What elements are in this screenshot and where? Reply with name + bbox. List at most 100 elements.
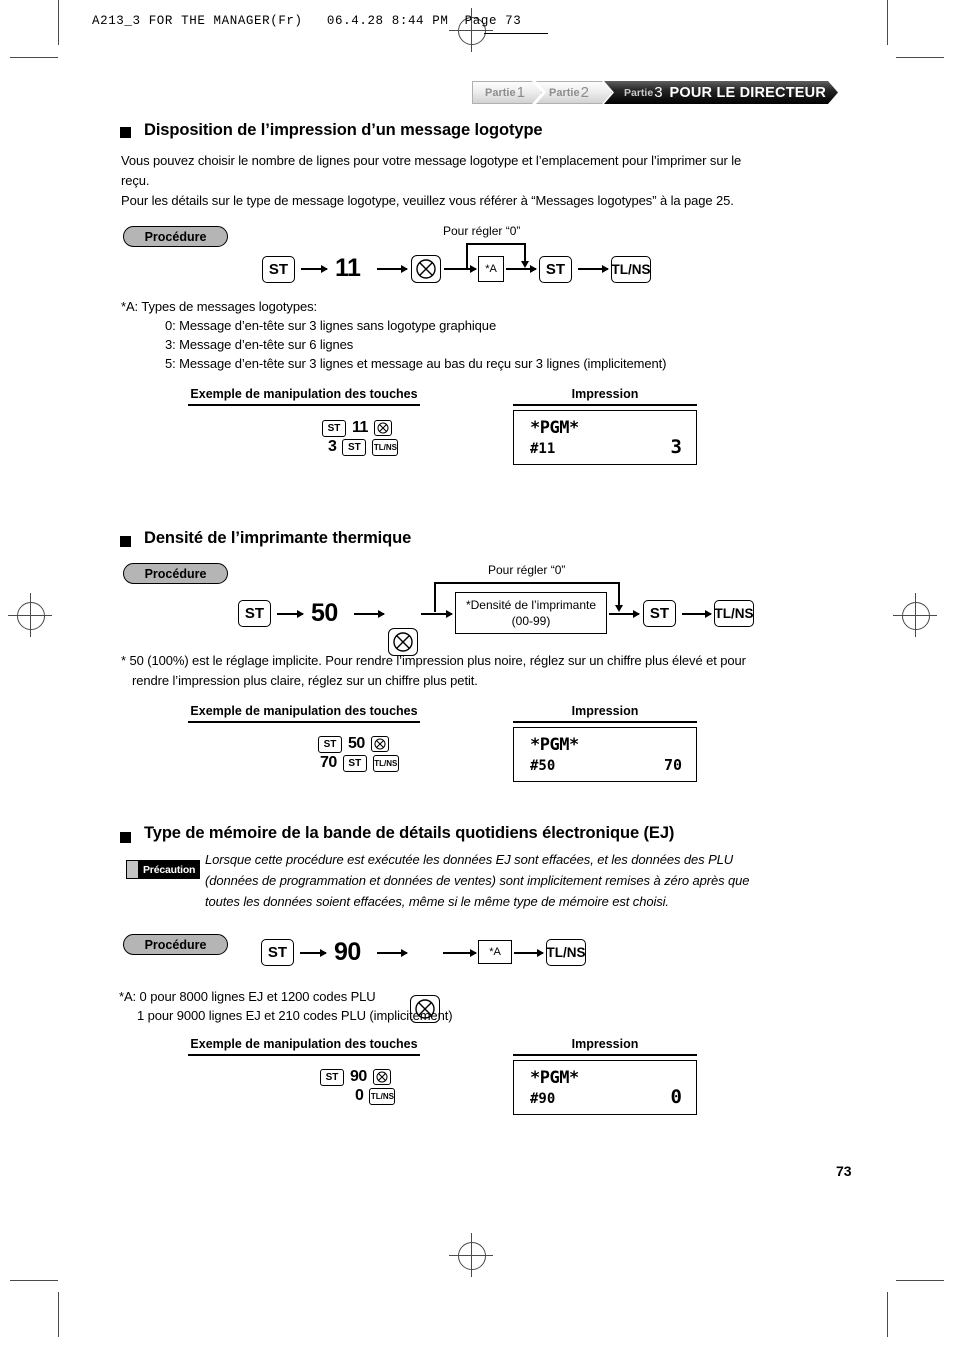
section3-title: Type de mémoire de la bande de détails q…: [144, 824, 675, 842]
section1-receipt-title: *PGM*: [530, 418, 579, 438]
section2-key-st-2[interactable]: ST: [643, 600, 676, 627]
section1-key-st-2[interactable]: ST: [539, 256, 572, 283]
section2-title: Densité de l’imprimante thermique: [144, 529, 412, 547]
section1-arrow-4: [506, 265, 537, 272]
section2-density-box-line1: *Densité de l’imprimante: [465, 598, 597, 612]
section3-caution-line1: Lorsque cette procédure est exécutée les…: [205, 852, 734, 867]
section3-impression-rule: [513, 1054, 697, 1056]
section2-arrow-3: [421, 610, 453, 617]
section2-ex2-number: 70: [320, 754, 337, 771]
section2-key-st-1[interactable]: ST: [238, 600, 271, 627]
section3-ex2-key-tlns[interactable]: TL/NS: [369, 1087, 396, 1105]
part-banner: Partie 1 Partie 2 Partie 3 POUR LE DIRECTEU…: [472, 81, 838, 104]
section2-example-header: Exemple de manipulation des touches: [190, 704, 418, 718]
section1-procedure-badge: Procédure: [123, 226, 228, 247]
section3-example-line2: 0 TL/NS: [355, 1087, 396, 1105]
crop-mark-bottom-right-vertical: [887, 1292, 888, 1337]
section1-body-line1: Vous pouvez choisir le nombre de lignes …: [121, 153, 742, 168]
section2-arrow-5: [682, 610, 712, 617]
section3-key-st-1[interactable]: ST: [261, 939, 294, 966]
crop-mark-bottom-left-horizontal: [10, 1280, 58, 1281]
section2-ex2-key-tlns[interactable]: TL/NS: [372, 754, 399, 772]
section1-receipt-value: 3: [670, 436, 682, 458]
section1-arrow-2: [377, 265, 408, 272]
section1-ex-multiply-icon[interactable]: [373, 420, 392, 436]
crop-mark-bottom-right-horizontal: [896, 1280, 944, 1281]
section2-bypass-arrow-down: [615, 582, 622, 612]
section1-procedure-label: Procédure: [144, 229, 207, 244]
banner-part3-active[interactable]: Partie 3 POUR LE DIRECTEUR: [604, 81, 838, 104]
section3-box-a-label: *A: [489, 946, 501, 958]
section3-caution-line2: (données de programmation et données de …: [205, 873, 750, 888]
section3-ex2-number: 0: [355, 1087, 364, 1104]
section1-flow-number: 11: [335, 254, 361, 282]
section2-receipt: *PGM* #50 70: [513, 727, 697, 782]
section1-ex-key-st[interactable]: ST: [322, 419, 346, 437]
section1-arrow-1: [301, 265, 328, 272]
section1-impression-rule: [513, 404, 697, 406]
section3-bullet-icon: [120, 832, 131, 843]
banner-part1[interactable]: Partie 1: [472, 81, 542, 104]
section2-bullet-icon: [120, 536, 131, 547]
section2-ex-multiply-icon[interactable]: [370, 736, 389, 752]
caution-badge-gray-block: [126, 860, 138, 879]
section1-key-tlns[interactable]: TL/NS: [611, 256, 651, 283]
section1-bullet-icon: [120, 127, 131, 138]
banner-title: POUR LE DIRECTEUR: [669, 84, 826, 101]
registration-mark-right: [893, 593, 937, 637]
crop-mark-top-right-vertical: [887, 0, 888, 45]
section1-key-st-1[interactable]: ST: [262, 256, 295, 283]
section1-note-2: 3: Message d’en-tête sur 6 lignes: [165, 337, 354, 352]
section3-ex-number: 90: [350, 1068, 367, 1085]
section3-example-header: Exemple de manipulation des touches: [190, 1037, 418, 1051]
section2-arrow-1: [277, 610, 304, 617]
section3-ex-multiply-icon[interactable]: [372, 1069, 391, 1085]
section2-receipt-title: *PGM*: [530, 735, 579, 755]
section3-arrow-2: [377, 949, 408, 956]
section1-key-multiply-icon[interactable]: [411, 255, 441, 283]
section2-flow-number: 50: [311, 599, 338, 627]
banner-part1-number: 1: [516, 84, 525, 101]
section2-receipt-value: 70: [663, 756, 682, 774]
section2-procedure-badge: Procédure: [123, 563, 228, 584]
section3-ex-key-st[interactable]: ST: [320, 1068, 344, 1086]
section2-key-tlns[interactable]: TL/NS: [714, 600, 754, 627]
section2-bypass-vertical-left: [434, 582, 436, 612]
registration-mark-bottom: [449, 1233, 493, 1277]
section1-arrow-3: [444, 265, 477, 272]
section2-density-box: *Densité de l’imprimante (00-99): [455, 592, 607, 634]
section3-key-tlns[interactable]: TL/NS: [546, 939, 586, 966]
section1-receipt: *PGM* #11 3: [513, 410, 697, 465]
section2-bypass-horizontal: [434, 582, 620, 584]
banner-part2[interactable]: Partie 2: [536, 81, 612, 104]
section2-procedure-label: Procédure: [144, 566, 207, 581]
section1-note-0: *A: Types de messages logotypes:: [121, 299, 318, 314]
section2-impression-rule: [513, 721, 697, 723]
crop-mark-top-right-horizontal: [896, 57, 944, 58]
section1-bypass-vertical-left: [466, 243, 468, 268]
section1-box-a: *A: [478, 256, 504, 282]
section3-arrow-4: [514, 949, 544, 956]
page-number: 73: [836, 1163, 852, 1179]
section3-arrow-1: [300, 949, 327, 956]
section1-note-3: 5: Message d’en-tête sur 3 lignes et mes…: [165, 356, 667, 371]
section2-ex-key-st[interactable]: ST: [318, 735, 342, 753]
section2-ex2-key-st[interactable]: ST: [342, 754, 367, 772]
section1-box-a-label: *A: [485, 263, 497, 275]
section3-example-line1: ST 90: [320, 1068, 391, 1086]
caution-badge: Précaution: [126, 860, 201, 879]
section3-example-rule: [188, 1054, 420, 1056]
banner-part1-label: Partie: [485, 86, 516, 99]
section1-ex2-key-st[interactable]: ST: [342, 438, 367, 456]
section2-footnote-line1: * 50 (100%) est le réglage implicite. Po…: [121, 653, 746, 668]
file-header-underline: [484, 33, 548, 34]
section2-impression-header: Impression: [571, 704, 639, 718]
section1-example-rule: [188, 404, 420, 406]
section1-ex-number: 11: [352, 419, 368, 436]
crop-mark-top-left-horizontal: [10, 57, 58, 58]
section1-body-line2: reçu.: [121, 173, 150, 188]
section3-caution-line3: toutes les données soient effacées, même…: [205, 894, 669, 909]
section1-ex2-key-tlns[interactable]: TL/NS: [372, 438, 399, 456]
section3-receipt-item: #90: [530, 1091, 556, 1107]
section3-receipt-title: *PGM*: [530, 1068, 579, 1088]
